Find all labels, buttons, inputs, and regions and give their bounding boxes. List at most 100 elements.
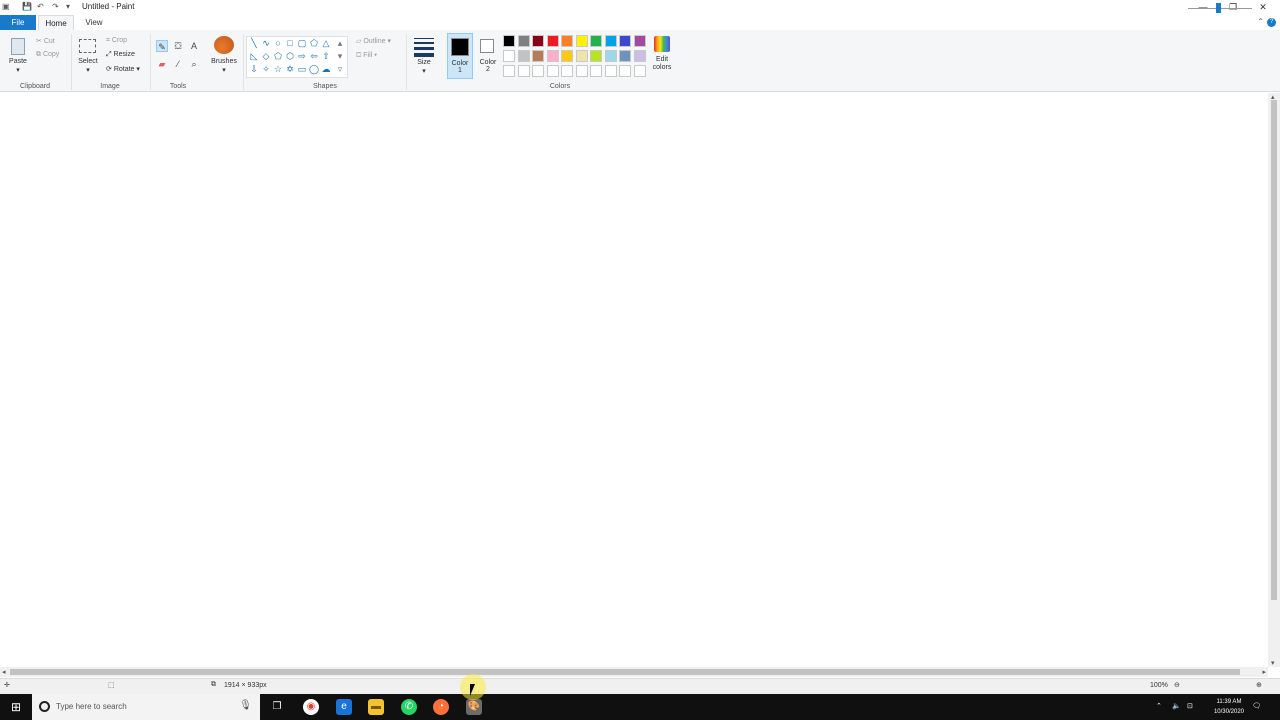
palette-color-swatch[interactable] [503,35,515,47]
custom-color-slot[interactable] [619,65,631,77]
diamond-shape-icon[interactable]: ◇ [261,51,271,61]
color-picker-icon[interactable]: ⁄ [172,58,184,70]
fill-button[interactable]: ⛋ Fill ▾ [356,52,377,60]
six-point-star-shape-icon[interactable]: ✡ [285,64,295,74]
pentagon-shape-icon[interactable]: ⬠ [273,51,283,61]
palette-color-swatch[interactable] [532,50,544,62]
triangle-shape-icon[interactable]: △ [321,38,331,48]
palette-color-swatch[interactable] [590,50,602,62]
palette-color-swatch[interactable] [619,50,631,62]
palette-color-swatch[interactable] [604,50,617,62]
tab-home[interactable]: Home [38,15,74,30]
size-button[interactable]: Size ▾ [410,35,438,77]
color1-button[interactable]: Color 1 [447,33,473,79]
custom-color-slot[interactable] [590,65,602,77]
taskbar-search-box[interactable]: Type here to search 🎙 [32,694,260,720]
palette-color-swatch[interactable] [633,35,646,47]
collapse-ribbon-icon[interactable]: ⌃ [1257,17,1264,26]
firefox-icon[interactable]: ◔ [433,699,449,715]
left-arrow-shape-icon[interactable]: ⇦ [309,51,319,61]
paint-taskbar-icon[interactable]: 🎨 [466,699,482,715]
custom-color-slot[interactable] [575,65,588,77]
palette-color-swatch[interactable] [546,50,559,62]
scroll-down-icon[interactable]: ▾ [1271,659,1275,667]
rotate-button[interactable]: ⟳ Rotate ▾ [106,65,140,73]
brushes-button[interactable]: Brushes ▾ [208,34,240,78]
curve-shape-icon[interactable]: ∿ [261,38,271,48]
resize-button[interactable]: ⤢ Resize [106,51,135,59]
palette-color-swatch[interactable] [561,50,573,62]
select-button[interactable]: Select ▾ [76,36,100,76]
palette-color-swatch[interactable] [561,35,573,47]
help-icon[interactable]: ? [1267,18,1276,27]
palette-color-swatch[interactable] [503,50,515,62]
hexagon-shape-icon[interactable]: ⬡ [285,51,295,61]
zoom-slider-thumb[interactable] [1216,3,1221,13]
custom-color-slot[interactable] [633,65,646,77]
custom-color-slot[interactable] [604,65,617,77]
palette-color-swatch[interactable] [546,35,559,47]
paste-button[interactable]: Paste ▾ [6,36,30,76]
customize-quick-access-icon[interactable]: ▾ [66,2,70,11]
zoom-in-icon[interactable]: ⊕ [1256,681,1262,689]
crop-button[interactable]: ⌗ Crop [106,37,127,45]
cut-button[interactable]: ✂ Cut [36,37,55,45]
shapes-scroll-up-icon[interactable]: ▴ [335,38,345,48]
palette-color-swatch[interactable] [633,50,646,62]
five-point-star-shape-icon[interactable]: ☆ [273,64,283,74]
zoom-out-icon[interactable]: ⊖ [1174,681,1180,689]
four-point-star-shape-icon[interactable]: ✧ [261,64,271,74]
palette-color-swatch[interactable] [604,35,617,47]
text-tool-icon[interactable]: A [188,40,200,52]
save-icon[interactable]: 💾 [22,2,32,11]
custom-color-slot[interactable] [546,65,559,77]
scroll-right-icon[interactable]: ▸ [1262,668,1266,676]
redo-icon[interactable]: ↷ [52,2,59,11]
notifications-icon[interactable]: 🗨 [1252,694,1261,720]
polygon-shape-icon[interactable]: ⬠ [309,38,319,48]
pencil-icon[interactable]: ✎ [156,40,168,52]
task-view-icon[interactable]: ❐ [269,699,285,715]
cloud-callout-shape-icon[interactable]: ☁ [321,64,331,74]
close-button[interactable]: ✕ [1248,0,1278,14]
color2-button[interactable]: Color 2 [476,33,500,79]
rounded-rectangle-shape-icon[interactable]: ▢ [297,38,307,48]
custom-color-slot[interactable] [517,65,530,77]
eraser-icon[interactable]: ▰ [156,58,168,70]
oval-shape-icon[interactable]: ○ [273,38,283,48]
line-shape-icon[interactable]: ╲ [249,38,259,48]
custom-color-slot[interactable] [532,65,544,77]
oval-callout-shape-icon[interactable]: ◯ [309,64,319,74]
up-arrow-shape-icon[interactable]: ⇧ [321,51,331,61]
restore-button[interactable]: ❐ [1218,0,1248,14]
right-arrow-shape-icon[interactable]: ⇨ [297,51,307,61]
network-icon[interactable]: ⊡ [1187,694,1193,720]
microphone-icon[interactable]: 🎙 [239,700,252,711]
scroll-left-icon[interactable]: ◂ [2,668,6,676]
edit-colors-button[interactable]: Edit colors [650,34,674,78]
callout-shape-icon[interactable]: ▭ [297,64,307,74]
shapes-more-icon[interactable]: ▿ [335,64,345,74]
volume-icon[interactable]: 🔈 [1172,694,1181,720]
horizontal-scroll-thumb[interactable] [10,669,1240,675]
palette-color-swatch[interactable] [575,35,588,47]
taskbar-clock[interactable]: 11:39 AM 10/30/2020 [1214,697,1244,717]
shapes-scroll-down-icon[interactable]: ▾ [335,51,345,61]
palette-color-swatch[interactable] [532,35,544,47]
show-hidden-icons-icon[interactable]: ⌃ [1156,694,1162,720]
vertical-scroll-thumb[interactable] [1271,100,1277,600]
palette-color-swatch[interactable] [575,50,588,62]
undo-icon[interactable]: ↶ [37,2,44,11]
minimize-button[interactable]: — [1188,0,1218,14]
palette-color-swatch[interactable] [517,35,530,47]
tab-view[interactable]: View [78,15,110,30]
custom-color-slot[interactable] [503,65,515,77]
outline-button[interactable]: ▱ Outline ▾ [356,37,391,45]
magnifier-icon[interactable]: ⌕ [188,58,200,70]
file-explorer-icon[interactable]: ▬ [368,699,384,715]
tab-file[interactable]: File [0,15,36,30]
windows-start-icon[interactable]: ⊞ [0,694,32,720]
fill-bucket-icon[interactable]: ⛋ [172,40,184,52]
palette-color-swatch[interactable] [590,35,602,47]
palette-color-swatch[interactable] [517,50,530,62]
